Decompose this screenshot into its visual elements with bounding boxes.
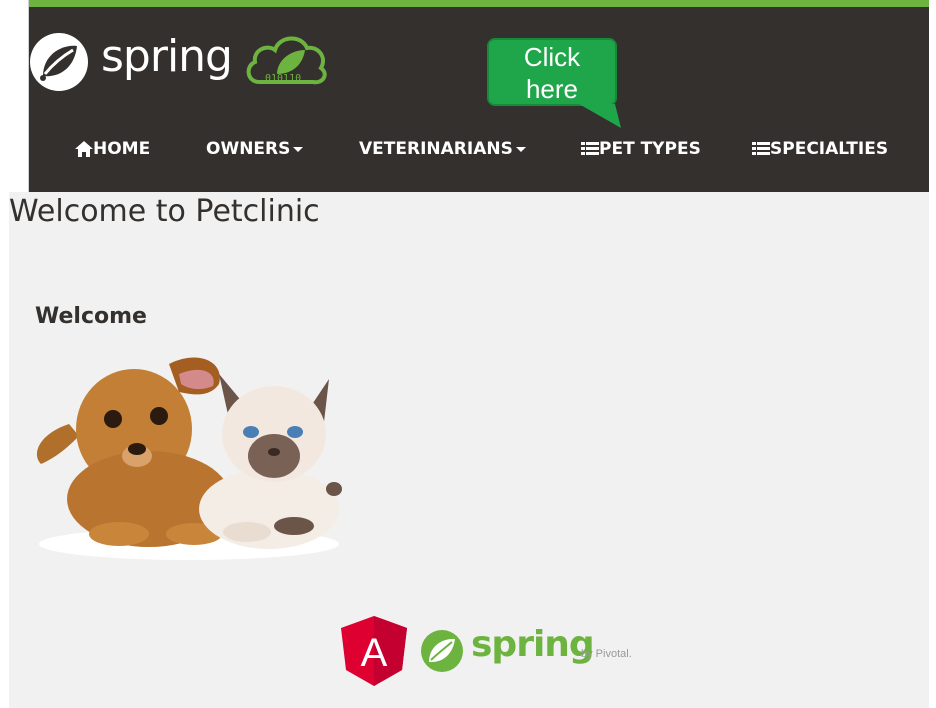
- callout-pointer: [579, 104, 621, 128]
- nav-specialties[interactable]: SPECIALTIES: [752, 135, 888, 163]
- nav-owners-label: OWNERS: [206, 139, 291, 159]
- nav-owners[interactable]: OWNERS: [206, 135, 304, 163]
- click-here-callout: Click here: [487, 38, 617, 106]
- footer-logos: A spring by Pivotal.: [341, 616, 661, 688]
- top-navbar: spring 010110 Click here HOME OWNERS VET…: [29, 0, 929, 192]
- left-margin: [0, 0, 9, 708]
- home-icon: [75, 141, 93, 157]
- spring-logo[interactable]: spring 010110: [29, 22, 339, 92]
- list-icon: [581, 142, 599, 155]
- caret-down-icon: [293, 146, 304, 152]
- nav-specialties-label: SPECIALTIES: [770, 139, 889, 159]
- nav-pet-types[interactable]: PET TYPES: [581, 135, 701, 163]
- nav-home[interactable]: HOME: [75, 135, 150, 163]
- cloud-binary: 010110: [265, 73, 301, 84]
- spring-leaf-icon: [30, 33, 88, 91]
- cloud-leaf-icon: 010110: [246, 36, 327, 85]
- nav-home-label: HOME: [93, 139, 151, 159]
- callout-line-2: here: [525, 74, 579, 104]
- navbar-left-border: [28, 0, 29, 192]
- callout-line-1: Click: [523, 42, 581, 72]
- caret-down-icon: [515, 146, 526, 152]
- nav-veterinarians-label: VETERINARIANS: [359, 139, 513, 159]
- main-nav: HOME OWNERS VETERINARIANS PET TYPES SPEC: [29, 135, 929, 165]
- angular-letter: A: [361, 631, 388, 675]
- page-title: Welcome to Petclinic: [9, 194, 320, 229]
- welcome-heading: Welcome: [35, 304, 147, 329]
- nav-pet-types-label: PET TYPES: [599, 139, 701, 159]
- spring-leaf-footer-icon: [421, 630, 463, 672]
- pets-image: [36, 357, 342, 560]
- list-icon: [752, 142, 770, 155]
- angular-logo-icon: A: [341, 616, 407, 686]
- main-content: Welcome to Petclinic Welcome A spring by…: [9, 192, 929, 708]
- brand-text: spring: [101, 31, 233, 82]
- nav-veterinarians[interactable]: VETERINARIANS: [359, 135, 526, 163]
- kitten-illustration: [199, 374, 342, 549]
- footer-spring-text: spring: [471, 624, 595, 665]
- footer-pivotal-text: by Pivotal.: [581, 648, 632, 660]
